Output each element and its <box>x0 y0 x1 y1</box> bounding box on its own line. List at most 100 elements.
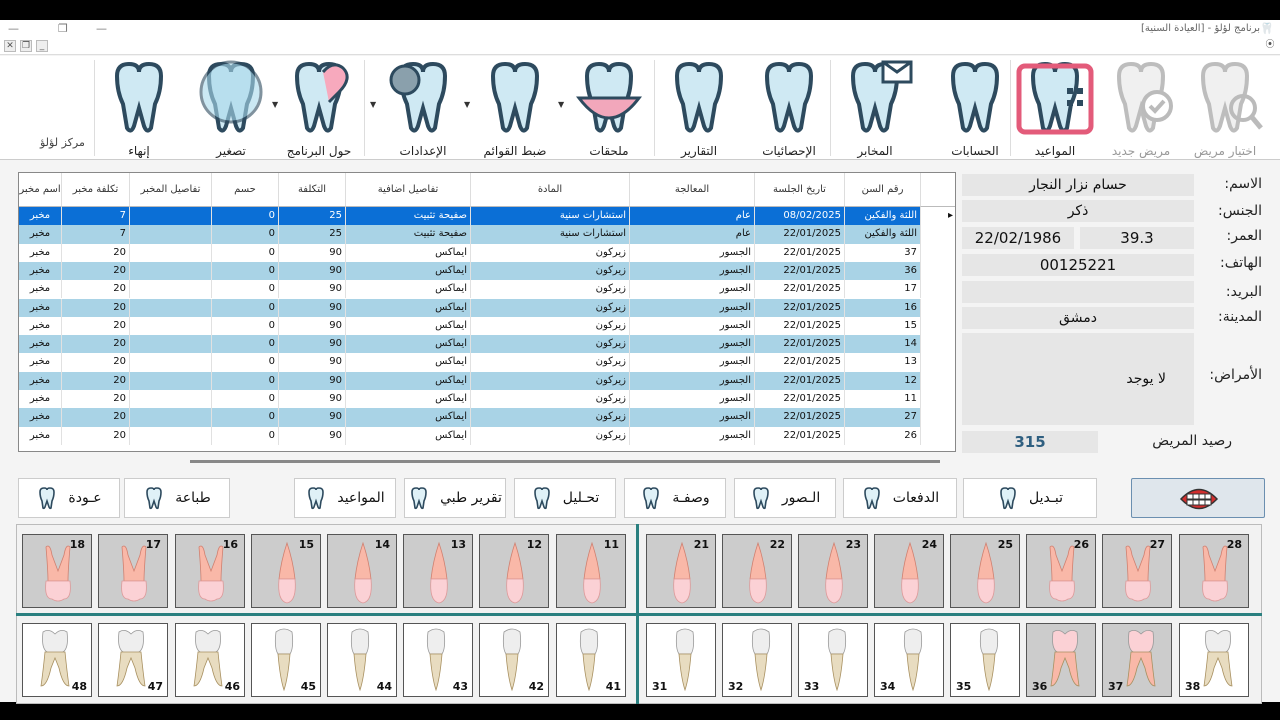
column-header[interactable]: تفاصيل اضافية <box>346 173 471 207</box>
table-cell[interactable]: زيركون <box>471 371 630 390</box>
table-cell[interactable]: الجسور <box>630 408 755 427</box>
table-cell[interactable]: صفيحة تثبيت <box>346 225 471 244</box>
dentition-toggle-button[interactable] <box>1131 478 1265 518</box>
table-cell[interactable]: ايماكس <box>346 243 471 262</box>
tooth-45[interactable]: 45 <box>251 623 321 697</box>
table-cell[interactable]: 0 <box>212 390 279 409</box>
table-cell[interactable]: 17 <box>845 280 921 299</box>
row-selector[interactable] <box>921 426 955 445</box>
table-cell[interactable]: 22/01/2025 <box>755 408 845 427</box>
table-cell[interactable]: زيركون <box>471 280 630 299</box>
tooth-24[interactable]: 24 <box>874 534 944 608</box>
action-8-button[interactable]: تبـديل <box>963 478 1097 518</box>
tooth-18[interactable]: 18 <box>22 534 92 608</box>
table-cell[interactable]: عام <box>630 225 755 244</box>
name-field[interactable]: حسام نزار النجار <box>962 174 1194 196</box>
table-cell[interactable]: صفيحة تثبيت <box>346 207 471 226</box>
tooth-22[interactable]: 22 <box>722 534 792 608</box>
ribbon-checklist-tooth-button[interactable]: ضبط القوائم <box>472 56 558 160</box>
table-cell[interactable]: 15 <box>845 316 921 336</box>
table-cell[interactable] <box>130 261 212 281</box>
table-cell[interactable]: 36 <box>845 261 921 281</box>
tooth-42[interactable]: 42 <box>479 623 549 697</box>
mdi-restore-icon[interactable]: ❐ <box>20 40 32 52</box>
table-cell[interactable]: استشارات سنية <box>471 207 630 226</box>
table-cell[interactable]: 0 <box>212 207 279 226</box>
table-cell[interactable] <box>130 390 212 409</box>
table-cell[interactable]: 0 <box>212 371 279 390</box>
table-cell[interactable]: 22/01/2025 <box>755 390 845 409</box>
ribbon-tooth-pin-button[interactable]: تصغير <box>188 56 274 160</box>
table-row[interactable]: 37 22/01/2025 الجسور زيركون ايماكس 90 0 20 مخبر <box>19 243 955 262</box>
tooth-21[interactable]: 21 <box>646 534 716 608</box>
action-0-button[interactable]: عـودة <box>18 478 120 518</box>
table-row[interactable]: 12 22/01/2025 الجسور زيركون ايماكس 90 0 20 مخبر <box>19 371 955 390</box>
table-cell[interactable]: ايماكس <box>346 316 471 336</box>
tooth-28[interactable]: 28 <box>1179 534 1249 608</box>
table-cell[interactable]: 25 <box>279 225 346 244</box>
table-cell[interactable]: اللثة والفكين <box>845 207 921 226</box>
horizontal-scrollbar[interactable] <box>190 460 940 463</box>
table-cell[interactable]: 0 <box>212 316 279 336</box>
treatments-table[interactable]: رقم السن تاريخ الجلسة المعالجة المادة تفاصيل… <box>18 172 956 452</box>
table-cell[interactable]: ايماكس <box>346 261 471 281</box>
table-cell[interactable]: 16 <box>845 298 921 317</box>
table-cell[interactable]: الجسور <box>630 426 755 445</box>
row-selector[interactable] <box>921 261 955 281</box>
action-2-button[interactable]: المواعيد <box>294 478 396 518</box>
gender-field[interactable]: ذكر <box>962 200 1194 222</box>
table-cell[interactable]: 0 <box>212 261 279 281</box>
tooth-12[interactable]: 12 <box>479 534 549 608</box>
table-cell[interactable]: 20 <box>62 353 130 372</box>
table-cell[interactable]: ايماكس <box>346 426 471 445</box>
table-cell[interactable]: 27 <box>845 408 921 427</box>
table-cell[interactable]: الجسور <box>630 390 755 409</box>
table-cell[interactable]: 90 <box>279 408 346 427</box>
ribbon-tooth-mail-button[interactable]: المخابر <box>832 56 918 160</box>
table-row[interactable]: 27 22/01/2025 الجسور زيركون ايماكس 90 0 20 مخبر <box>19 408 955 427</box>
action-4-button[interactable]: تحـليل <box>514 478 616 518</box>
city-field[interactable]: دمشق <box>962 307 1194 329</box>
table-cell[interactable] <box>130 207 212 226</box>
table-cell[interactable]: 22/01/2025 <box>755 298 845 317</box>
table-cell[interactable]: استشارات سنية <box>471 225 630 244</box>
column-header[interactable]: المادة <box>471 173 630 207</box>
table-cell[interactable]: ايماكس <box>346 390 471 409</box>
table-cell[interactable]: ايماكس <box>346 298 471 317</box>
row-selector[interactable] <box>921 335 955 354</box>
table-cell[interactable]: زيركون <box>471 426 630 445</box>
table-cell[interactable]: 22/01/2025 <box>755 225 845 244</box>
column-header[interactable]: حسم <box>212 173 279 207</box>
column-header[interactable]: اسم مخبر <box>19 173 62 207</box>
row-selector[interactable] <box>921 390 955 409</box>
table-cell[interactable]: 90 <box>279 371 346 390</box>
table-row[interactable]: 36 22/01/2025 الجسور زيركون ايماكس 90 0 20 مخبر <box>19 261 955 281</box>
tooth-32[interactable]: 32 <box>722 623 792 697</box>
column-header[interactable]: تاريخ الجلسة <box>755 173 845 207</box>
table-cell[interactable]: 22/01/2025 <box>755 243 845 262</box>
ribbon-heart-tooth-button[interactable]: حول البرنامج <box>276 56 362 160</box>
table-cell[interactable]: 13 <box>845 353 921 372</box>
table-cell[interactable]: 20 <box>62 371 130 390</box>
row-selector[interactable] <box>921 316 955 336</box>
tooth-36[interactable]: 36 <box>1026 623 1096 697</box>
table-cell[interactable]: 0 <box>212 335 279 354</box>
table-cell[interactable]: 20 <box>62 335 130 354</box>
table-cell[interactable]: الجسور <box>630 280 755 299</box>
table-cell[interactable]: زيركون <box>471 243 630 262</box>
action-5-button[interactable]: وصفـة <box>624 478 726 518</box>
row-selector[interactable] <box>921 353 955 372</box>
table-cell[interactable] <box>130 280 212 299</box>
column-header[interactable]: التكلفة <box>279 173 346 207</box>
action-6-button[interactable]: الـصور <box>734 478 836 518</box>
table-cell[interactable] <box>130 426 212 445</box>
row-selector[interactable] <box>921 280 955 299</box>
table-cell[interactable] <box>130 225 212 244</box>
table-cell[interactable]: 22/01/2025 <box>755 371 845 390</box>
table-cell[interactable]: ايماكس <box>346 408 471 427</box>
table-cell[interactable]: 7 <box>62 207 130 226</box>
table-cell[interactable]: مخبر <box>19 207 62 226</box>
table-cell[interactable]: 0 <box>212 408 279 427</box>
table-cell[interactable]: 20 <box>62 280 130 299</box>
table-cell[interactable]: زيركون <box>471 353 630 372</box>
